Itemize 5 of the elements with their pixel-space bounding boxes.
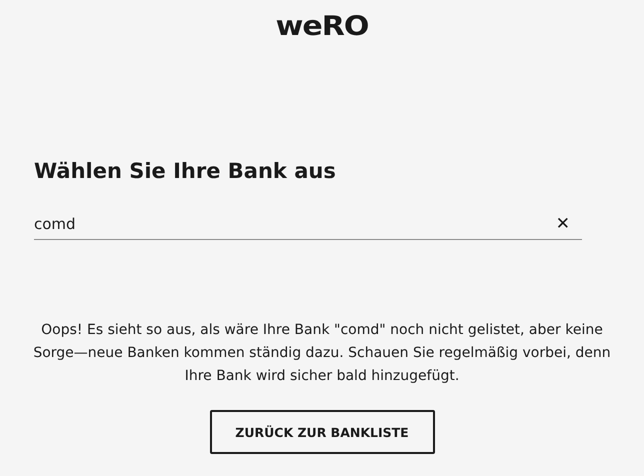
back-to-bank-list-button[interactable]: ZURÜCK ZUR BANKLISTE: [210, 410, 434, 454]
page-heading: Wählen Sie Ihre Bank aus: [34, 158, 336, 185]
logo: weRO: [276, 12, 368, 42]
bank-search-field[interactable]: comd ✕: [34, 209, 582, 240]
not-found-message: Oops! Es sieht so aus, als wäre Ihre Bank "comd" noch nicht gelistet, aber keine Sorge—neue Banken kommen ständig dazu. Schauen Sie regelmäßig vorbei, denn Ihre Bank wird sicher bald hinzugefügt.: [32, 321, 612, 386]
